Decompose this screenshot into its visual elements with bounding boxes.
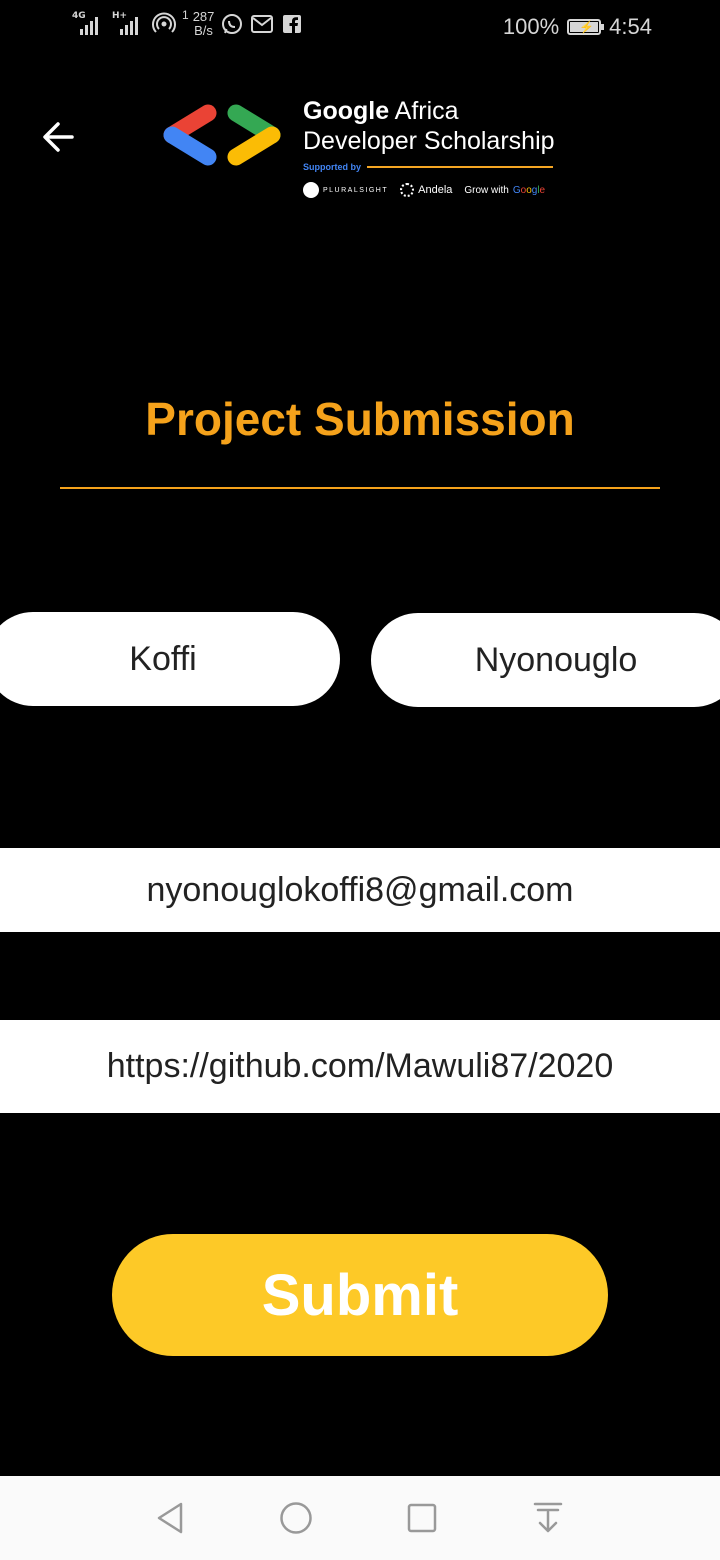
status-bar-left: 4G H+ 1 287 B/s <box>72 8 304 38</box>
brand-block: Google Africa Developer Scholarship Supp… <box>303 96 555 198</box>
nav-recent-apps-icon[interactable] <box>402 1498 442 1538</box>
speed-unit: B/s <box>194 23 213 38</box>
sponsor-andela: Andela <box>400 183 452 197</box>
nav-back-icon[interactable] <box>150 1498 190 1538</box>
sponsor-grow-with-google: Grow with Google <box>464 185 545 196</box>
status-bar: 4G H+ 1 287 B/s 100% ⚡ 4:54 <box>0 0 720 56</box>
nav-notifications-icon[interactable] <box>528 1498 568 1538</box>
app-screen: 4G H+ 1 287 B/s 100% ⚡ 4:54 Google Afric… <box>0 0 720 1560</box>
last-name-field[interactable]: Nyonouglo <box>371 613 720 707</box>
google-wordmark: Google <box>512 184 546 196</box>
page-title: Project Submission <box>145 393 575 445</box>
sponsor-list: PLURALSIGHT Andela Grow with Google <box>303 182 553 198</box>
signal-hplus-icon: H+ <box>112 11 146 37</box>
submit-button[interactable]: Submit <box>112 1234 608 1356</box>
sponsor-pluralsight: PLURALSIGHT <box>303 182 388 198</box>
speed-count: 1 <box>182 8 189 22</box>
nav-home-icon[interactable] <box>276 1498 316 1538</box>
title-divider <box>60 487 660 489</box>
gads-logo-icon <box>163 104 281 166</box>
brand-google: Google <box>303 97 390 125</box>
battery-percent: 100% <box>502 14 560 39</box>
brand-subtitle: Developer Scholarship <box>303 127 555 155</box>
supported-by-rule <box>367 166 553 168</box>
network-speed: 287 B/s <box>193 10 215 38</box>
pluralsight-label: PLURALSIGHT <box>323 186 389 194</box>
clock: 4:54 <box>609 14 652 39</box>
andela-icon <box>400 183 415 197</box>
github-link-field[interactable]: https://github.com/Mawuli87/2020 <box>0 1020 720 1113</box>
speed-value: 287 <box>192 9 215 24</box>
email-field[interactable]: nyonouglokoffi8@gmail.com <box>0 848 720 932</box>
whatsapp-icon <box>222 14 243 34</box>
andela-label: Andela <box>418 184 453 196</box>
supported-by-label: Supported by <box>303 162 361 172</box>
arrow-left-icon[interactable] <box>36 115 80 159</box>
charging-bolt-icon: ⚡ <box>579 20 595 34</box>
grow-with-label: Grow with <box>464 184 509 196</box>
brand-africa: Africa <box>389 97 459 125</box>
system-navigation-bar <box>0 1476 720 1560</box>
battery-icon: ⚡ <box>567 19 605 35</box>
status-bar-right: 100% ⚡ 4:54 <box>503 14 652 40</box>
gmail-icon <box>251 15 274 33</box>
brand-title: Google Africa <box>303 96 553 126</box>
supported-by-row: Supported by <box>303 162 553 172</box>
hotspot-icon <box>152 12 176 33</box>
signal-4g-icon: 4G <box>72 11 106 37</box>
pluralsight-icon <box>303 182 319 198</box>
first-name-field[interactable]: Koffi <box>0 612 340 706</box>
facebook-icon <box>283 15 302 33</box>
